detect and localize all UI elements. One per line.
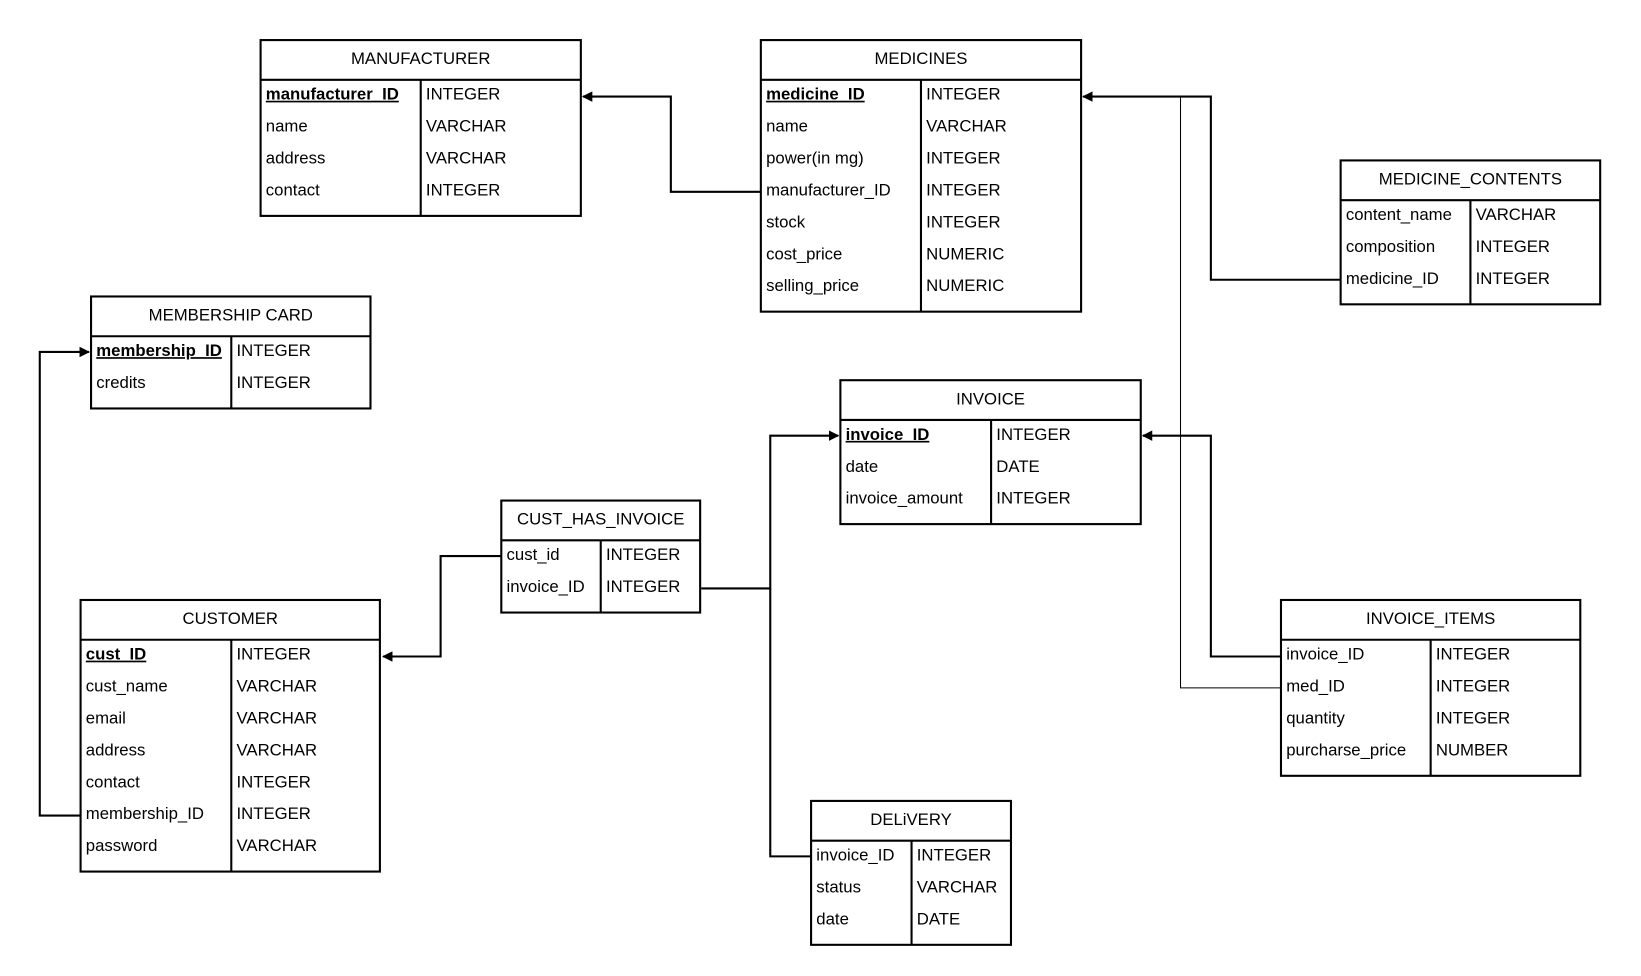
- table-cust-has-invoice[interactable]: CUST_HAS_INVOICE cust_id INTEGER invoice_ID…: [500, 499, 702, 614]
- table-customer[interactable]: CUSTOMER cust_ID INTEGER cust_name VARCHAR em…: [79, 598, 381, 873]
- field-name: name: [266, 117, 308, 136]
- table-title: INVOICE_ITEMS: [1366, 609, 1495, 628]
- relationship-cust-has-invoice-invoice-ID-to-invoice-invoice-ID: [701, 430, 840, 590]
- field-type: DATE: [917, 909, 960, 928]
- field-name: cust_id: [507, 545, 560, 564]
- field-name: address: [86, 740, 146, 759]
- table-title: MEMBERSHIP CARD: [149, 306, 313, 325]
- table-title: MEDICINES: [874, 49, 967, 68]
- table-title: MANUFACTURER: [351, 49, 490, 68]
- field-type: VARCHAR: [917, 877, 998, 896]
- field-name: medicine_ID: [1346, 269, 1439, 288]
- table-invoice[interactable]: INVOICE invoice_ID INTEGER date DATE invoice_…: [839, 379, 1142, 526]
- table-medicine-contents[interactable]: MEDICINE_CONTENTS content_name VARCHAR comp…: [1339, 159, 1602, 306]
- field-name: date: [846, 457, 879, 476]
- field-type: VARCHAR: [426, 149, 507, 168]
- tables: MANUFACTURER manufacturer_ID INTEGER name VA…: [79, 39, 1602, 946]
- field-type: NUMERIC: [926, 276, 1004, 295]
- field-name: power(in mg): [766, 149, 864, 168]
- field-name: password: [86, 836, 158, 855]
- field-type: VARCHAR: [926, 117, 1007, 136]
- field-type: VARCHAR: [1476, 205, 1557, 224]
- field-name: selling_price: [766, 276, 859, 295]
- field-type: INTEGER: [1476, 269, 1550, 288]
- field-name: medicine_ID: [766, 85, 865, 104]
- field-name: contact: [266, 180, 320, 199]
- field-name: manufacturer_ID: [266, 85, 399, 104]
- field-name: membership_ID: [86, 804, 204, 823]
- table-title: CUSTOMER: [183, 609, 278, 628]
- field-type: INTEGER: [926, 180, 1000, 199]
- table-title: INVOICE: [956, 389, 1025, 408]
- table-membership-card[interactable]: MEMBERSHIP CARD membership_ID INTEGER credi…: [90, 295, 372, 410]
- field-name: stock: [766, 212, 806, 231]
- field-name: composition: [1346, 237, 1435, 256]
- field-name: med_ID: [1286, 677, 1345, 696]
- field-type: INTEGER: [426, 85, 500, 104]
- field-type: INTEGER: [237, 804, 311, 823]
- field-type: INTEGER: [926, 212, 1000, 231]
- field-name: invoice_ID: [846, 425, 930, 444]
- field-type: INTEGER: [1436, 677, 1510, 696]
- field-type: INTEGER: [606, 545, 680, 564]
- table-invoice-items[interactable]: INVOICE_ITEMSinvoice_ID INTEGER med_ID INTE…: [1279, 598, 1582, 777]
- field-type: INTEGER: [237, 373, 311, 392]
- field-type: INTEGER: [606, 577, 680, 596]
- er-diagram: MANUFACTURER manufacturer_ID INTEGER name VA…: [38, 39, 1602, 946]
- field-name: invoice_amount: [846, 489, 964, 508]
- field-name: content_name: [1346, 205, 1452, 224]
- field-name: quantity: [1286, 708, 1345, 727]
- field-name: contact: [86, 772, 140, 791]
- field-name: email: [86, 708, 126, 727]
- field-type: INTEGER: [917, 846, 991, 865]
- field-type: INTEGER: [1476, 237, 1550, 256]
- field-name: status: [816, 877, 861, 896]
- field-type: NUMBER: [1436, 740, 1509, 759]
- field-name: date: [816, 909, 849, 928]
- field-name: invoice_ID: [1286, 645, 1364, 664]
- field-name: cust_ID: [86, 645, 146, 664]
- relationship-medicines-manufacturer-ID-to-manufacturer-manufacturer-ID: [581, 91, 761, 193]
- field-type: INTEGER: [1436, 645, 1510, 664]
- relationship-invoice-items-invoice-ID-to-invoice-invoice-ID: [1141, 430, 1281, 658]
- table-title: DELiVERY: [870, 810, 952, 829]
- table-delivery[interactable]: DELiVERY invoice_ID INTEGER status VARCHAR da…: [810, 799, 1013, 946]
- field-type: VARCHAR: [237, 708, 318, 727]
- field-name: cost_price: [766, 244, 842, 263]
- relationship-cust-has-invoice-cust-id-to-customer-cust-ID: [381, 554, 502, 662]
- table-title: CUST_HAS_INVOICE: [517, 510, 684, 529]
- field-type: VARCHAR: [237, 677, 318, 696]
- field-type: INTEGER: [926, 85, 1000, 104]
- field-type: DATE: [996, 457, 1039, 476]
- field-name: membership_ID: [96, 341, 222, 360]
- field-type: INTEGER: [237, 645, 311, 664]
- field-name: cust_name: [86, 677, 168, 696]
- field-type: INTEGER: [1436, 708, 1510, 727]
- table-medicines[interactable]: MEDICINES medicine_ID INTEGER name VARCHAR po…: [759, 39, 1083, 313]
- field-name: name: [766, 117, 808, 136]
- field-type: VARCHAR: [426, 117, 507, 136]
- field-type: NUMERIC: [926, 244, 1004, 263]
- field-name: invoice_ID: [816, 846, 894, 865]
- field-type: INTEGER: [926, 149, 1000, 168]
- field-name: purcharse_price: [1286, 740, 1406, 759]
- relationship-invoice-items-med-ID-to-medicines-medicine-ID: [1179, 96, 1281, 689]
- table-manufacturer[interactable]: MANUFACTURER manufacturer_ID INTEGER name VA…: [259, 39, 582, 217]
- field-name: manufacturer_ID: [766, 180, 891, 199]
- field-name: invoice_ID: [507, 577, 585, 596]
- field-name: address: [266, 149, 326, 168]
- field-type: INTEGER: [426, 180, 500, 199]
- field-type: INTEGER: [237, 772, 311, 791]
- field-type: INTEGER: [996, 425, 1070, 444]
- table-title: MEDICINE_CONTENTS: [1379, 169, 1562, 188]
- field-type: VARCHAR: [237, 740, 318, 759]
- relationship-delivery-invoice-ID-to-invoice-invoice-ID: [769, 588, 812, 858]
- field-type: INTEGER: [996, 489, 1070, 508]
- field-type: VARCHAR: [237, 836, 318, 855]
- field-name: credits: [96, 373, 145, 392]
- relationship-medicine-contents-medicine-ID-to-medicines-medicine-ID: [1082, 91, 1341, 281]
- field-type: INTEGER: [237, 341, 311, 360]
